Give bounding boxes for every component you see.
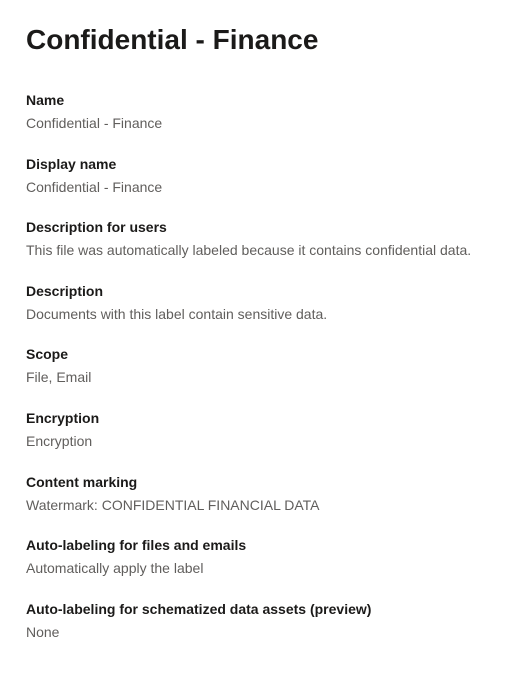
- field-content-marking-label: Content marking: [26, 474, 503, 490]
- field-name-value: Confidential - Finance: [26, 114, 503, 134]
- field-encryption-value: Encryption: [26, 432, 503, 452]
- field-description-users-value: This file was automatically labeled beca…: [26, 241, 503, 261]
- field-display-name-label: Display name: [26, 156, 503, 172]
- field-auto-labeling-files-value: Automatically apply the label: [26, 559, 503, 579]
- field-auto-labeling-files-label: Auto-labeling for files and emails: [26, 537, 503, 553]
- field-scope-label: Scope: [26, 346, 503, 362]
- field-auto-labeling-files: Auto-labeling for files and emails Autom…: [26, 537, 503, 579]
- field-display-name-value: Confidential - Finance: [26, 178, 503, 198]
- page-title: Confidential - Finance: [26, 24, 503, 56]
- field-content-marking: Content marking Watermark: CONFIDENTIAL …: [26, 474, 503, 516]
- field-display-name: Display name Confidential - Finance: [26, 156, 503, 198]
- field-auto-labeling-schematized: Auto-labeling for schematized data asset…: [26, 601, 503, 643]
- field-encryption-label: Encryption: [26, 410, 503, 426]
- field-name: Name Confidential - Finance: [26, 92, 503, 134]
- field-description-label: Description: [26, 283, 503, 299]
- field-scope: Scope File, Email: [26, 346, 503, 388]
- field-description: Description Documents with this label co…: [26, 283, 503, 325]
- field-description-users: Description for users This file was auto…: [26, 219, 503, 261]
- field-content-marking-value: Watermark: CONFIDENTIAL FINANCIAL DATA: [26, 496, 503, 516]
- field-auto-labeling-schematized-label: Auto-labeling for schematized data asset…: [26, 601, 503, 617]
- field-description-users-label: Description for users: [26, 219, 503, 235]
- field-name-label: Name: [26, 92, 503, 108]
- field-encryption: Encryption Encryption: [26, 410, 503, 452]
- field-scope-value: File, Email: [26, 368, 503, 388]
- field-auto-labeling-schematized-value: None: [26, 623, 503, 643]
- field-description-value: Documents with this label contain sensit…: [26, 305, 503, 325]
